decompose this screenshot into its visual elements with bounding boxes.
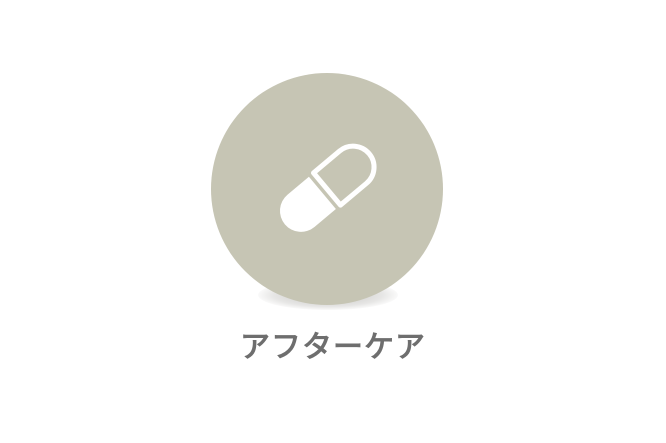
aftercare-label: アフターケア [240, 330, 426, 365]
aftercare-icon-badge [211, 73, 443, 310]
badge-circle [211, 73, 443, 305]
pill-capsule-icon [279, 143, 377, 232]
page: アフターケア [0, 0, 666, 443]
aftercare-tile[interactable]: アフターケア [0, 0, 666, 443]
